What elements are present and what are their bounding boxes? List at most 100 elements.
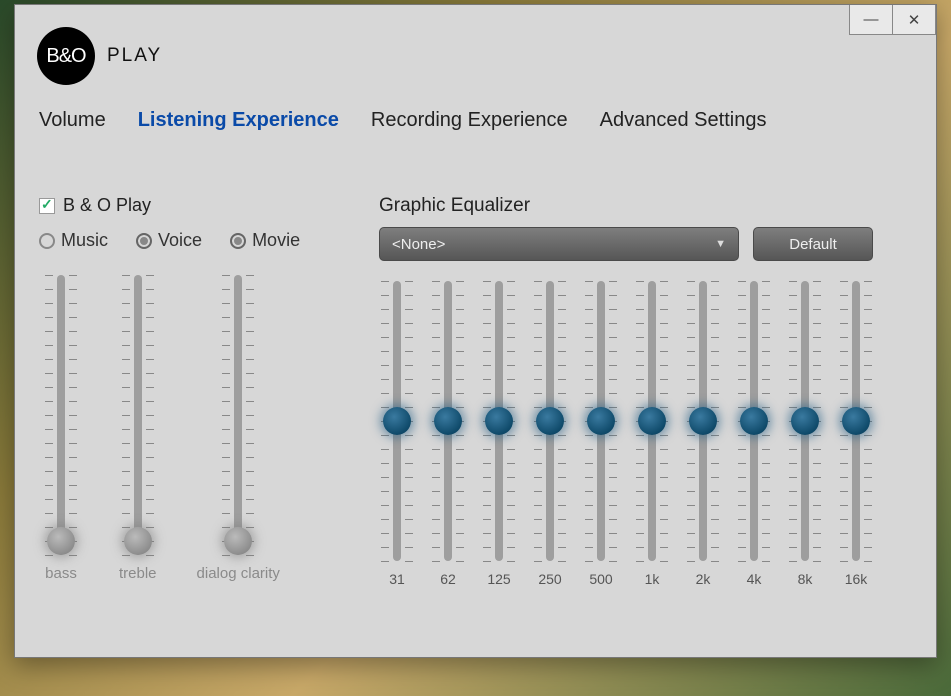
tick-mark: [789, 309, 797, 310]
preset-dropdown-value: <None>: [392, 236, 445, 253]
tone-treble-slider[interactable]: [120, 275, 156, 555]
slider-knob[interactable]: [638, 407, 666, 435]
tick-mark: [789, 323, 797, 324]
slider-knob[interactable]: [224, 527, 252, 555]
radio-movie[interactable]: Movie: [230, 230, 300, 251]
tick-mark: [738, 379, 746, 380]
slider-knob[interactable]: [485, 407, 513, 435]
slider-label: 16k: [845, 571, 868, 589]
tone-bass-slider[interactable]: [43, 275, 79, 555]
slider-knob[interactable]: [47, 527, 75, 555]
tick-mark: [687, 351, 695, 352]
slider-knob[interactable]: [740, 407, 768, 435]
eq-band-31-slider[interactable]: [379, 281, 415, 561]
tick-mark: [558, 309, 566, 310]
tick-mark: [222, 387, 230, 388]
tick-mark: [507, 407, 515, 408]
tab-recording-experience[interactable]: Recording Experience: [371, 105, 568, 136]
tick-mark: [738, 449, 746, 450]
slider-label: 250: [538, 571, 561, 589]
tick-mark: [585, 505, 593, 506]
tab-listening-experience[interactable]: Listening Experience: [138, 105, 339, 136]
tick-mark: [122, 317, 130, 318]
radio-music[interactable]: Music: [39, 230, 108, 251]
tick-mark: [534, 505, 542, 506]
slider-knob[interactable]: [383, 407, 411, 435]
tick-mark: [711, 505, 719, 506]
slider-label: 2k: [696, 571, 711, 589]
tick-mark: [483, 295, 491, 296]
eq-band-125-slider[interactable]: [481, 281, 517, 561]
tick-mark: [222, 415, 230, 416]
tick-mark: [405, 547, 413, 548]
tick-mark: [246, 331, 254, 332]
tick-mark: [738, 435, 746, 436]
tone-dialog-clarity-slider[interactable]: [220, 275, 256, 555]
tab-volume[interactable]: Volume: [39, 105, 106, 136]
tick-mark: [69, 401, 77, 402]
eq-band-125: 125: [481, 281, 517, 589]
tick-mark: [405, 337, 413, 338]
tick-mark: [789, 365, 797, 366]
tick-mark: [789, 561, 797, 562]
tick-mark: [456, 337, 464, 338]
tick-mark: [738, 337, 746, 338]
slider-knob[interactable]: [791, 407, 819, 435]
tick-mark: [762, 281, 770, 282]
radio-voice[interactable]: Voice: [136, 230, 202, 251]
default-button[interactable]: Default: [753, 227, 873, 261]
slider-knob[interactable]: [587, 407, 615, 435]
tick-mark: [864, 365, 872, 366]
tick-mark: [246, 513, 254, 514]
tick-mark: [660, 491, 668, 492]
tick-mark: [738, 491, 746, 492]
tick-mark: [246, 303, 254, 304]
eq-band-31: 31: [379, 281, 415, 589]
slider-knob[interactable]: [124, 527, 152, 555]
slider-knob[interactable]: [842, 407, 870, 435]
eq-band-8k-slider[interactable]: [787, 281, 823, 561]
tick-mark: [687, 519, 695, 520]
eq-band-16k-slider[interactable]: [838, 281, 874, 561]
eq-band-500-slider[interactable]: [583, 281, 619, 561]
eq-band-250-slider[interactable]: [532, 281, 568, 561]
slider-knob[interactable]: [536, 407, 564, 435]
tick-mark: [146, 499, 154, 500]
tick-mark: [660, 435, 668, 436]
tick-mark: [864, 323, 872, 324]
minimize-button[interactable]: —: [849, 5, 893, 35]
close-button[interactable]: ✕: [892, 5, 936, 35]
tick-mark: [636, 337, 644, 338]
tick-mark: [840, 337, 848, 338]
slider-knob[interactable]: [434, 407, 462, 435]
tick-mark: [222, 429, 230, 430]
tick-mark: [69, 387, 77, 388]
tick-mark: [246, 443, 254, 444]
tick-mark: [636, 449, 644, 450]
tick-mark: [507, 351, 515, 352]
eq-band-2k-slider[interactable]: [685, 281, 721, 561]
tick-mark: [122, 527, 130, 528]
bno-play-checkbox[interactable]: [39, 198, 55, 214]
equalizer-controls: <None> ▼ Default: [379, 227, 919, 261]
eq-band-62-slider[interactable]: [430, 281, 466, 561]
eq-band-4k-slider[interactable]: [736, 281, 772, 561]
tick-mark: [146, 401, 154, 402]
tick-mark: [762, 337, 770, 338]
tick-mark: [813, 337, 821, 338]
radio-label: Voice: [158, 230, 202, 251]
tick-mark: [813, 533, 821, 534]
tick-mark: [483, 309, 491, 310]
tick-mark: [534, 561, 542, 562]
tick-mark: [636, 505, 644, 506]
tick-mark: [456, 365, 464, 366]
tab-advanced-settings[interactable]: Advanced Settings: [600, 105, 767, 136]
mode-radio-group: Music Voice Movie: [39, 230, 359, 251]
tick-mark: [405, 295, 413, 296]
tick-mark: [456, 547, 464, 548]
preset-dropdown[interactable]: <None> ▼: [379, 227, 739, 261]
tick-mark: [222, 555, 230, 556]
eq-band-1k-slider[interactable]: [634, 281, 670, 561]
slider-knob[interactable]: [689, 407, 717, 435]
tick-mark: [122, 359, 130, 360]
